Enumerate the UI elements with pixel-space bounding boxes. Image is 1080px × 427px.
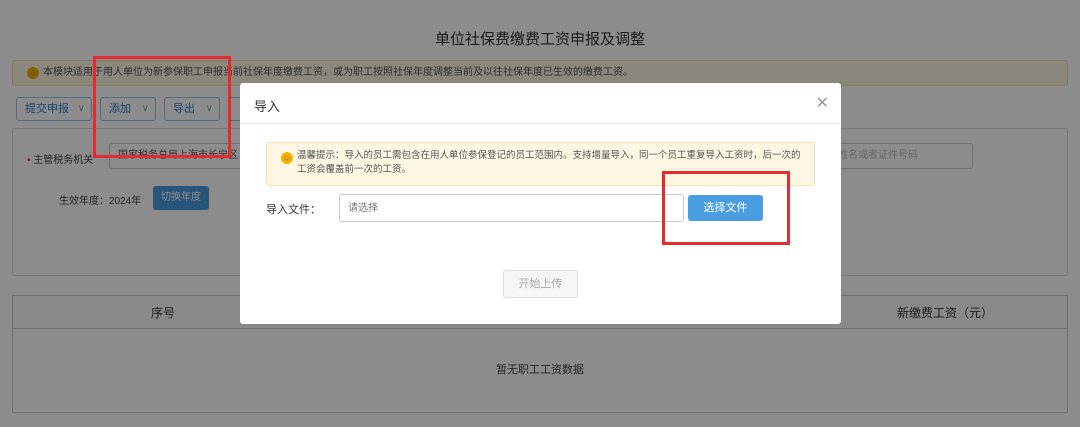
dialog-divider (240, 123, 841, 124)
start-upload-button[interactable]: 开始上传 (503, 270, 578, 298)
file-label: 导入文件： (266, 204, 321, 216)
file-input[interactable] (339, 194, 684, 222)
close-icon[interactable]: ✕ (816, 93, 829, 113)
highlight-box-choose-file (662, 171, 790, 245)
highlight-box-left (93, 56, 231, 158)
dialog-title: 导入 (254, 99, 281, 114)
smile-icon: ☺ (281, 152, 293, 164)
